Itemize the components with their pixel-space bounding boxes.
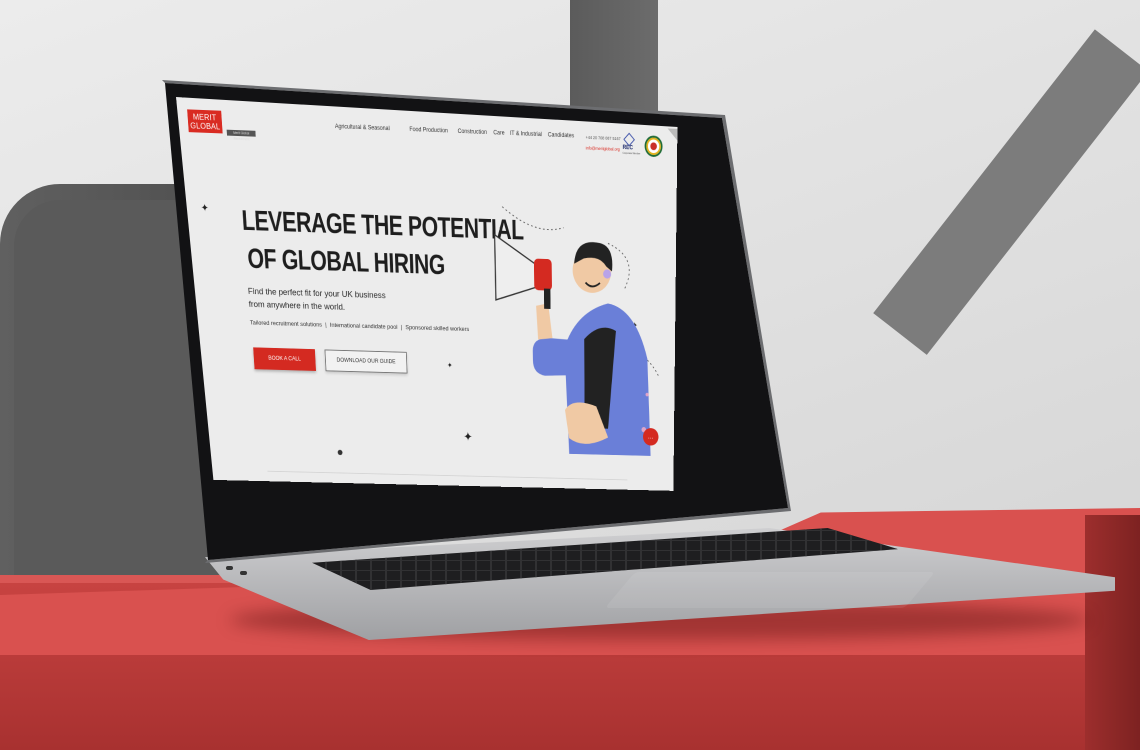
laptop-trackpad [604,572,936,608]
nav-item-it-industrial[interactable]: IT & Industrial [510,130,542,138]
page-corner-fold [667,128,678,141]
contact-email[interactable]: info@meritglobal.org [586,146,620,152]
nav-item-food-production[interactable]: Food Production [409,126,448,134]
rec-label: REC [622,145,633,152]
tag-separator: | [325,322,327,329]
rec-sublabel: Corporate Member [622,151,641,156]
usb-port [226,566,233,570]
sparkle-icon: ✦ [463,429,473,444]
nav-item-construction[interactable]: Construction [458,128,487,136]
hero-title-line1: LEVERAGE THE POTENTIAL [240,204,524,247]
nav-item-care[interactable]: Care [493,129,504,136]
hero-tag: Sponsored skilled workers [405,324,470,333]
megaphone-illustration [486,197,665,456]
nav-item-candidates[interactable]: Candidates [548,131,574,139]
hero-subtitle-line2: from anywhere in the world. [248,299,346,313]
brand-logo-line2: GLOBAL [189,120,221,132]
nav-item-agricultural[interactable]: Agricultural & Seasonal [335,123,390,132]
download-guide-button[interactable]: DOWNLOAD OUR GUIDE [324,349,408,374]
brand-tagline: Merit Global Recruitment [226,129,256,141]
carousel-dot[interactable] [337,449,343,456]
chat-bubble-icon[interactable]: … [642,427,659,446]
website-viewport: MERIT GLOBAL Merit Global Recruitment Ag… [176,97,678,491]
hero-title-line2: OF GLOBAL HIRING [246,243,446,281]
rec-accreditation-logo: REC Corporate Member [622,132,641,156]
hero-tag: International candidate pool [329,322,398,331]
brand-logo[interactable]: MERIT GLOBAL [187,109,223,134]
hero-tag: Tailored recruitment solutions [249,319,323,329]
contact-phone[interactable]: +44 20 708 087 5167 [586,135,621,141]
sparkle-icon: ✦ [447,361,453,370]
hero-tags: Tailored recruitment solutions | Internati… [250,320,469,333]
award-seal-icon [644,135,663,158]
sparkle-icon: ✦ [200,202,210,215]
hero-divider [267,470,628,481]
red-pedestal-side [1085,515,1140,750]
book-a-call-button[interactable]: BOOK A CALL [253,347,316,371]
usb-port [240,571,247,575]
hero-subtitle-line1: Find the perfect fit for your UK busines… [247,286,386,301]
tag-separator: | [400,324,403,331]
